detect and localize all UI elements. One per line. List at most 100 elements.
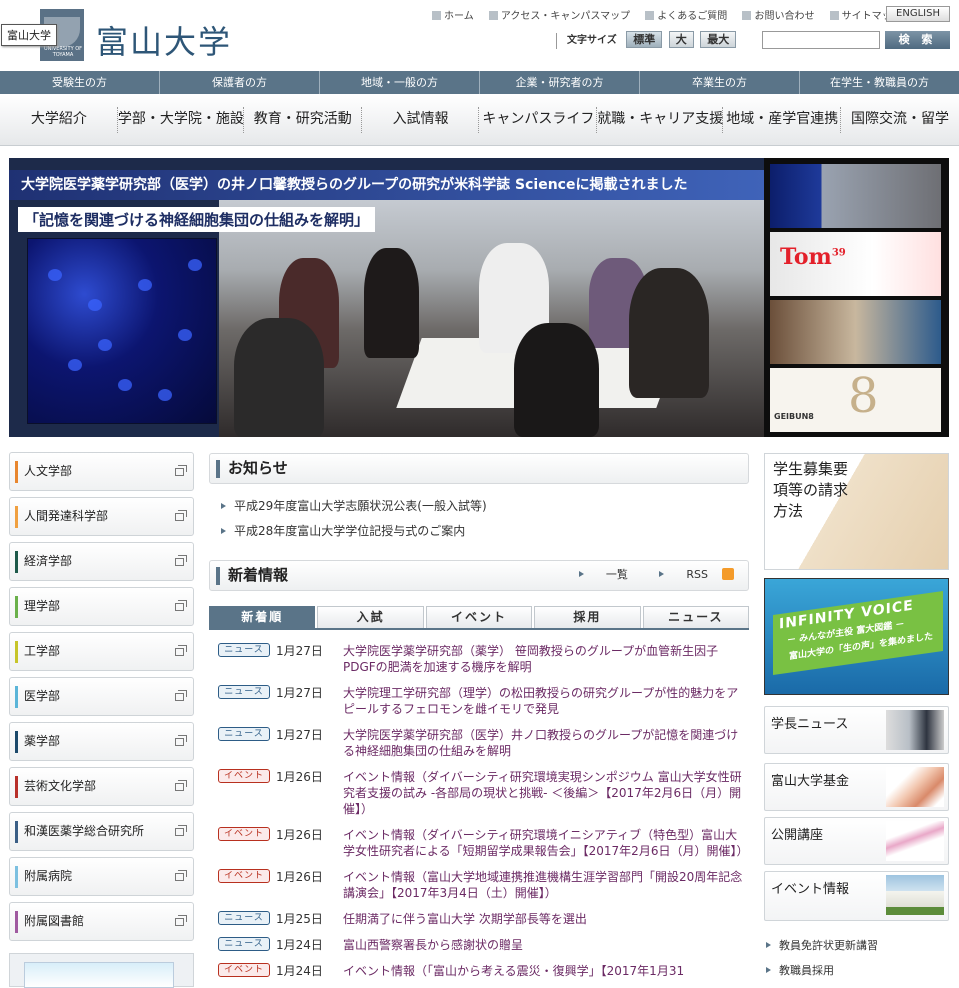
font-size-max-button[interactable]: 最大 (700, 31, 737, 48)
search-button[interactable]: 検 索 (885, 31, 950, 49)
nav-education-research[interactable]: 教育・研究活動 (244, 95, 362, 145)
tab-admissions[interactable]: 入試 (317, 606, 424, 628)
home-link[interactable]: ホーム (432, 11, 474, 22)
news-row[interactable]: イベント 1月24日 イベント情報（「富山から考える震災・復興学」【2017年1月3… (218, 958, 743, 979)
english-button[interactable]: ENGLISH (886, 6, 950, 22)
main-nav: 大学紹介 学部・大学院・施設 教育・研究活動 入試情報 キャンパスライフ 就職・… (0, 95, 959, 146)
faculty-label: 芸術文化学部 (24, 779, 97, 793)
tab-news[interactable]: ニュース (642, 606, 750, 628)
audience-parents[interactable]: 保護者の方 (160, 71, 320, 94)
nav-admissions[interactable]: 入試情報 (362, 95, 480, 145)
public-lecture-box[interactable]: 公開講座 (764, 817, 949, 865)
news-link[interactable]: 富山西警察署長から感謝状の贈呈 (343, 932, 743, 953)
news-date: 1月26日 (276, 828, 323, 842)
faculty-item[interactable]: 医学部 (9, 677, 194, 716)
contact-link[interactable]: お問い合わせ (742, 11, 814, 22)
news-row[interactable]: イベント 1月26日 イベント情報（ダイバーシティ研究環境実現シンポジウム 富山大学… (218, 764, 743, 817)
news-link[interactable]: 大学院医学薬学研究部（医学）井ノ口教授らのグループが記憶を関連づける神経細胞集団… (343, 722, 743, 759)
faculty-item[interactable]: 工学部 (9, 632, 194, 671)
news-tabs: 新着順 入試 イベント 採用 ニュース (209, 606, 750, 628)
faculty-item[interactable]: 人間発達科学部 (9, 497, 194, 536)
banner-person (629, 268, 709, 398)
faculty-item[interactable]: 人文学部 (9, 452, 194, 491)
audience-public[interactable]: 地域・一般の方 (320, 71, 480, 94)
access-map-link[interactable]: アクセス・キャンパスマップ (488, 11, 630, 22)
banner-headline[interactable]: 大学院医学薬学研究部（医学）の井ノ口馨教授らのグループの研究が米科学誌 Scie… (9, 170, 764, 200)
news-date: 1月26日 (276, 770, 323, 784)
faculty-label: 和漢医薬学総合研究所 (24, 824, 145, 838)
search-input[interactable] (762, 31, 880, 49)
news-row[interactable]: ニュース 1月27日 大学院医学薬学研究部（医学）井ノ口教授らのグループが記憶を関連… (218, 722, 743, 759)
nav-industry[interactable]: 地域・産学官連携 (723, 95, 841, 145)
faculty-item[interactable]: 和漢医薬学総合研究所 (9, 812, 194, 851)
news-link[interactable]: 大学院医学薬学研究部（薬学） 笹岡教授らのグループが血管新生因子PDGFの肥満を… (343, 638, 743, 675)
thumbnail-event[interactable] (770, 300, 941, 364)
thumbnail-science[interactable] (770, 164, 941, 228)
font-size-normal-button[interactable]: 標準 (626, 31, 663, 48)
audience-applicants[interactable]: 受験生の方 (0, 71, 160, 94)
external-window-icon (175, 510, 187, 521)
infinity-voice-banner[interactable]: INFINITY VOICE － みんなが主役 富大図鑑 － 富山大学の「生の声… (764, 578, 949, 695)
faculty-color-bar (15, 776, 18, 798)
external-window-icon (175, 555, 187, 566)
news-row[interactable]: ニュース 1月25日 任期満了に伴う富山大学 次期学部長等を選出 (218, 906, 743, 927)
news-list-label: 一覧 (605, 568, 628, 581)
notice-item[interactable]: 平成28年度富山大学学位記授与式のご案内 (221, 522, 465, 539)
news-row[interactable]: ニュース 1月24日 富山西警察署長から感謝状の贈呈 (218, 932, 743, 953)
fund-box[interactable]: 富山大学基金 (764, 763, 949, 811)
recruitment-guide-banner[interactable]: 学生募集要項等の請求方法 (764, 453, 949, 570)
faculty-item[interactable]: 附属病院 (9, 857, 194, 896)
tab-events[interactable]: イベント (425, 606, 533, 628)
nav-career[interactable]: 就職・キャリア支援 (597, 95, 724, 145)
sitemap-icon (829, 11, 839, 20)
news-date: 1月27日 (276, 728, 323, 742)
news-link[interactable]: 大学院理工学研究部（理学）の松田教授らの研究グループが性的魅力をアピールするフェ… (343, 680, 743, 717)
teacher-license-link[interactable]: 教員免許状更新講習 (766, 937, 878, 953)
news-link[interactable]: 任期満了に伴う富山大学 次期学部長等を選出 (343, 906, 743, 927)
box-label: 学長ニュース (771, 717, 849, 732)
news-date: 1月26日 (276, 870, 323, 884)
audience-companies[interactable]: 企業・研究者の方 (480, 71, 640, 94)
faculty-item[interactable]: 経済学部 (9, 542, 194, 581)
faculty-item[interactable]: 芸術文化学部 (9, 767, 194, 806)
left-banner[interactable] (9, 953, 194, 988)
nav-faculties[interactable]: 学部・大学院・施設 (118, 95, 244, 145)
university-name-logo[interactable]: 富山大学 (96, 17, 232, 63)
news-row[interactable]: ニュース 1月27日 大学院医学薬学研究部（薬学） 笹岡教授らのグループが血管新生因… (218, 638, 743, 675)
thumbnail-geibun[interactable]: 8 GEIBUN8 (770, 368, 941, 432)
audience-students-staff[interactable]: 在学生・教職員の方 (800, 71, 959, 94)
notice-item[interactable]: 平成29年度富山大学志願状況公表(一般入試等) (221, 497, 487, 514)
faculty-item[interactable]: 理学部 (9, 587, 194, 626)
font-size-large-button[interactable]: 大 (668, 31, 694, 48)
faculty-color-bar (15, 506, 18, 528)
tab-underline (209, 628, 749, 630)
faq-link[interactable]: よくあるご質問 (645, 11, 727, 22)
news-row[interactable]: ニュース 1月27日 大学院理工学研究部（理学）の松田教授らの研究グループが性的魅力… (218, 680, 743, 717)
category-badge: ニュース (218, 911, 270, 925)
news-link[interactable]: イベント情報（ダイバーシティ研究環境実現シンポジウム 富山大学女性研究者支援の試… (343, 764, 743, 817)
event-info-box[interactable]: イベント情報 (764, 871, 949, 921)
news-row[interactable]: イベント 1月26日 イベント情報（富山大学地域連携推進機構生涯学習部門「開設20周… (218, 864, 743, 901)
nav-about[interactable]: 大学紹介 (0, 95, 118, 145)
tab-latest[interactable]: 新着順 (209, 606, 316, 628)
president-news-box[interactable]: 学長ニュース (764, 706, 949, 754)
audience-alumni[interactable]: 卒業生の方 (640, 71, 800, 94)
banner-thumbnails: Tom39 8 GEIBUN8 (764, 158, 949, 437)
rss-link[interactable]: RSS (645, 568, 734, 581)
news-list-link[interactable]: 一覧 (565, 568, 628, 581)
news-row[interactable]: イベント 1月26日 イベント情報（ダイバーシティ研究環境イニシアティブ（特色型）富… (218, 822, 748, 859)
news-link[interactable]: イベント情報（富山大学地域連携推進機構生涯学習部門「開設20周年記念講演会」【2… (343, 864, 743, 901)
news-link[interactable]: イベント情報（「富山から考える震災・復興学」【2017年1月31 (343, 958, 743, 979)
staff-recruitment-link[interactable]: 教職員採用 (766, 962, 834, 978)
tab-recruitment[interactable]: 採用 (534, 606, 641, 628)
font-size-switcher: 文字サイズ 標準 大 最大 (556, 31, 739, 49)
thumbnail-tom[interactable]: Tom39 (770, 232, 941, 296)
left-banner-image (24, 962, 174, 988)
faculty-item[interactable]: 附属図書館 (9, 902, 194, 941)
external-window-icon (175, 465, 187, 476)
nav-campus-life[interactable]: キャンパスライフ (479, 95, 598, 145)
news-link[interactable]: イベント情報（ダイバーシティ研究環境イニシアティブ（特色型）富山大学女性研究者に… (343, 822, 748, 859)
category-badge: イベント (218, 963, 270, 977)
nav-international[interactable]: 国際交流・留学 (841, 95, 959, 145)
faculty-item[interactable]: 薬学部 (9, 722, 194, 761)
